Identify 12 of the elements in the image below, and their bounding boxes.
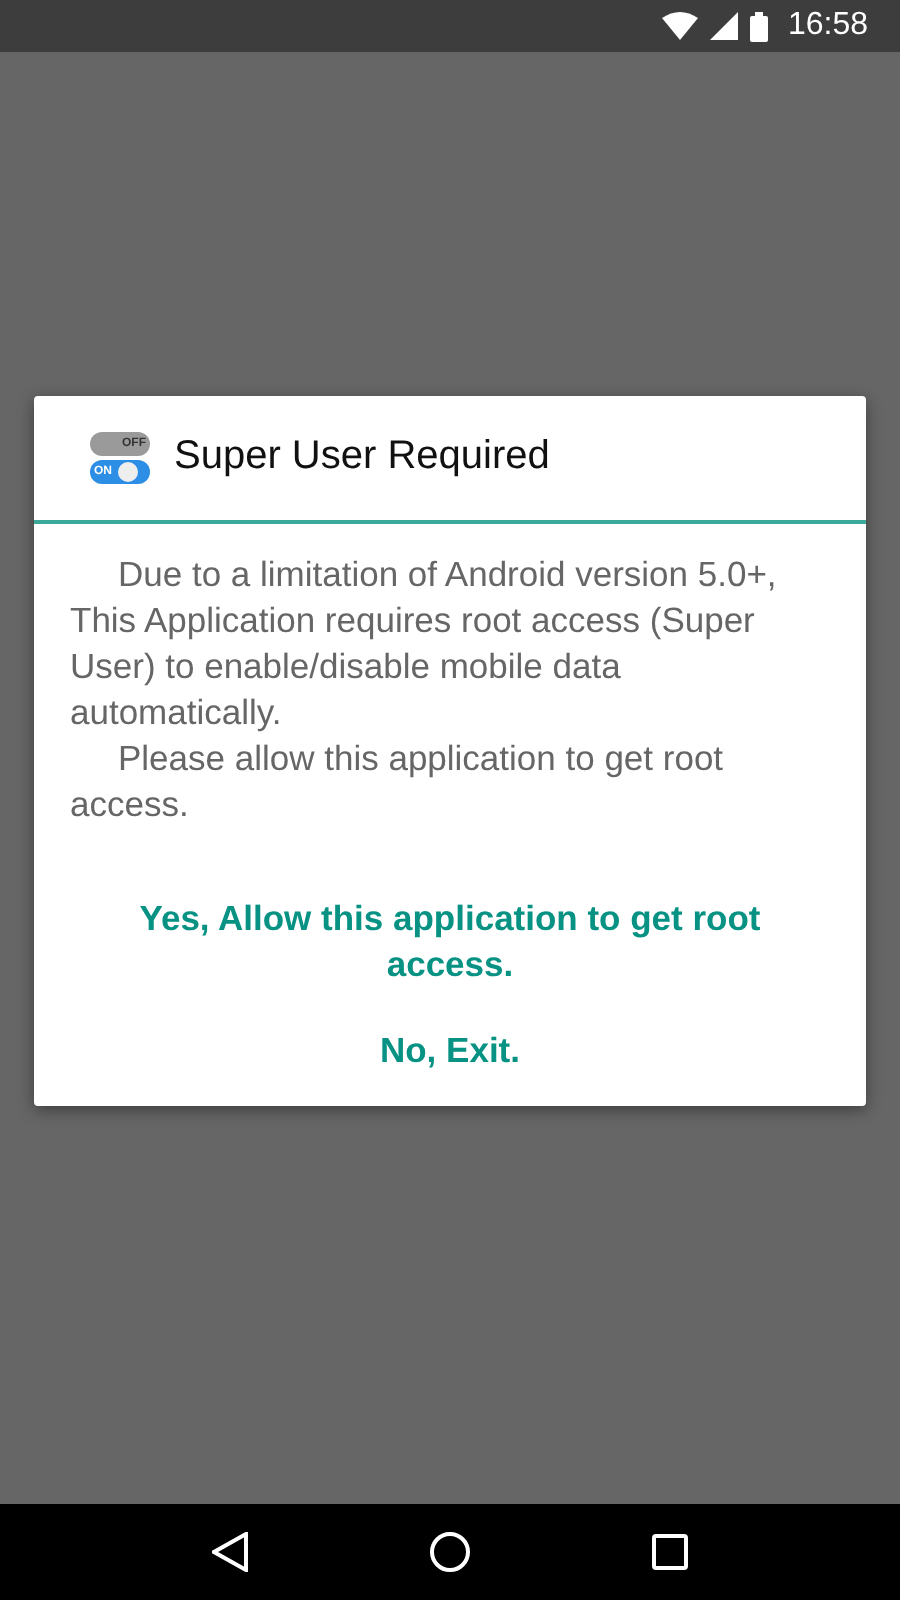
status-time: 16:58: [787, 8, 868, 44]
dialog-title: Super User Required: [174, 434, 550, 480]
recents-icon[interactable]: [652, 1534, 689, 1570]
wifi-icon: [661, 12, 698, 40]
home-icon[interactable]: [429, 1532, 470, 1572]
dialog-button[interactable]: Yes, Allow this application to get root access.: [34, 879, 866, 1003]
dialog-message: Due to a limitation of Android version 5.0+, This Application requires root access (Super User) to enable/disable mobile data automatically.: [70, 551, 779, 735]
dialog-message: Please allow this application to get root access.: [70, 735, 726, 827]
signal-icon: [709, 12, 738, 40]
dialog-button[interactable]: No, Exit.: [299, 1011, 600, 1089]
battery-icon: [749, 11, 768, 41]
back-icon[interactable]: [211, 1532, 248, 1572]
